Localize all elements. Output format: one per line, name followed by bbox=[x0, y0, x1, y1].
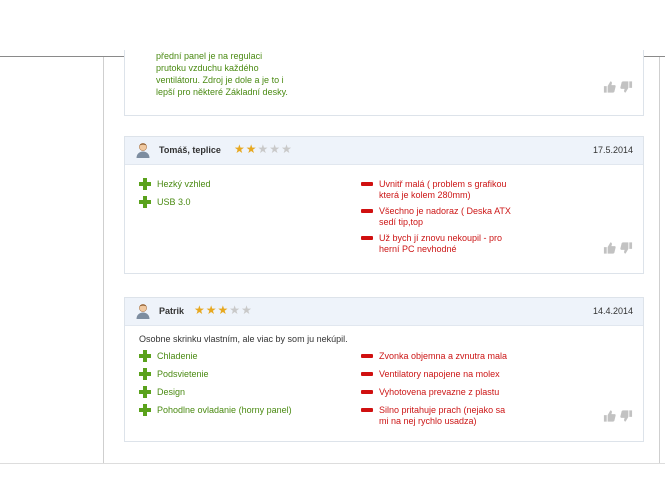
pro-item: Hezký vzhled bbox=[139, 178, 211, 190]
minus-icon bbox=[361, 372, 373, 376]
plus-icon bbox=[139, 368, 151, 380]
review-card: Tomáš, teplice ★ ★ ★ ★ ★ 17.5.2014 Hezký… bbox=[124, 136, 644, 274]
rating-stars: ★ ★ ★ ★ ★ bbox=[234, 143, 292, 156]
star-icon: ★ bbox=[257, 142, 269, 156]
previous-review-card: přední panel je na regulaci prutoku vzdu… bbox=[124, 50, 644, 116]
pro-item: Chladenie bbox=[139, 350, 292, 362]
previous-review-line: prutoku vzduchu každého bbox=[156, 63, 259, 73]
review-card: Patrik ★ ★ ★ ★ ★ 14.4.2014 Osobne skrink… bbox=[124, 297, 644, 442]
minus-icon bbox=[361, 408, 373, 412]
thumb-up-icon[interactable] bbox=[603, 241, 616, 255]
minus-icon bbox=[361, 390, 373, 394]
star-icon: ★ bbox=[241, 303, 252, 317]
con-item: Ventilatory napojene na molex bbox=[361, 369, 507, 380]
cons-list: Zvonka objemna a zvnutra mala Ventilator… bbox=[361, 351, 507, 427]
thumb-down-icon[interactable] bbox=[620, 80, 633, 94]
reviewer-name: Patrik bbox=[159, 306, 185, 316]
pro-item: Design bbox=[139, 386, 292, 398]
minus-icon bbox=[361, 354, 373, 358]
review-date: 14.4.2014 bbox=[592, 306, 633, 316]
minus-icon bbox=[361, 209, 373, 213]
cons-list: Uvnitř malá ( problem s grafikou která j… bbox=[361, 179, 511, 255]
right-column-divider bbox=[659, 57, 660, 463]
rating-stars: ★ ★ ★ ★ ★ bbox=[194, 304, 252, 317]
pros-list: Chladenie Podsvietenie Design Pohodlne o… bbox=[139, 350, 292, 416]
star-icon: ★ bbox=[194, 303, 205, 317]
plus-icon bbox=[139, 350, 151, 362]
left-column-divider bbox=[103, 57, 104, 463]
con-item: Silno pritahuje prach (nejako sa mi na n… bbox=[361, 405, 507, 427]
thumb-up-icon[interactable] bbox=[603, 80, 616, 94]
previous-review-pros-text: přední panel je na regulaci prutoku vzdu… bbox=[156, 50, 336, 98]
pro-item: Podsvietenie bbox=[139, 368, 292, 380]
thumb-up-icon[interactable] bbox=[603, 409, 616, 423]
pro-item: USB 3.0 bbox=[139, 196, 211, 208]
previous-review-line: lepší pro některé Základní desky. bbox=[156, 87, 288, 97]
star-icon: ★ bbox=[245, 142, 257, 156]
plus-icon bbox=[139, 386, 151, 398]
minus-icon bbox=[361, 182, 373, 186]
review-header: Patrik ★ ★ ★ ★ ★ 14.4.2014 bbox=[125, 298, 643, 326]
star-icon: ★ bbox=[229, 303, 241, 317]
star-icon: ★ bbox=[269, 142, 281, 156]
con-item: Uvnitř malá ( problem s grafikou která j… bbox=[361, 179, 511, 201]
vote-buttons bbox=[603, 241, 633, 255]
reviewer-name: Tomáš, teplice bbox=[159, 145, 221, 155]
plus-icon bbox=[139, 404, 151, 416]
previous-review-line: ventilátoru. Zdroj je dole a je to i bbox=[156, 75, 284, 85]
thumb-down-icon[interactable] bbox=[620, 409, 633, 423]
previous-review-line: přední panel je na regulaci bbox=[156, 51, 263, 61]
star-icon: ★ bbox=[281, 142, 292, 156]
user-avatar-icon bbox=[136, 143, 150, 158]
con-item: Už bych jí znovu nekoupil - pro herní PC… bbox=[361, 233, 511, 255]
vote-buttons bbox=[603, 409, 633, 423]
review-date: 17.5.2014 bbox=[592, 145, 633, 155]
star-icon: ★ bbox=[205, 303, 217, 317]
review-header: Tomáš, teplice ★ ★ ★ ★ ★ 17.5.2014 bbox=[125, 137, 643, 165]
minus-icon bbox=[361, 236, 373, 240]
star-icon: ★ bbox=[234, 142, 245, 156]
pro-item: Pohodlne ovladanie (horny panel) bbox=[139, 404, 292, 416]
thumb-down-icon[interactable] bbox=[620, 241, 633, 255]
user-avatar-icon bbox=[136, 304, 150, 319]
bottom-divider bbox=[0, 463, 665, 464]
review-comment: Osobne skrinku vlastním, ale viac by som… bbox=[139, 334, 348, 344]
star-icon: ★ bbox=[217, 303, 229, 317]
plus-icon bbox=[139, 196, 151, 208]
con-item: Vyhotovena prevazne z plastu bbox=[361, 387, 507, 398]
plus-icon bbox=[139, 178, 151, 190]
con-item: Všechno je nadoraz ( Deska ATX sedí tip,… bbox=[361, 206, 511, 228]
pros-list: Hezký vzhled USB 3.0 bbox=[139, 178, 211, 208]
con-item: Zvonka objemna a zvnutra mala bbox=[361, 351, 507, 362]
vote-buttons bbox=[603, 80, 633, 94]
